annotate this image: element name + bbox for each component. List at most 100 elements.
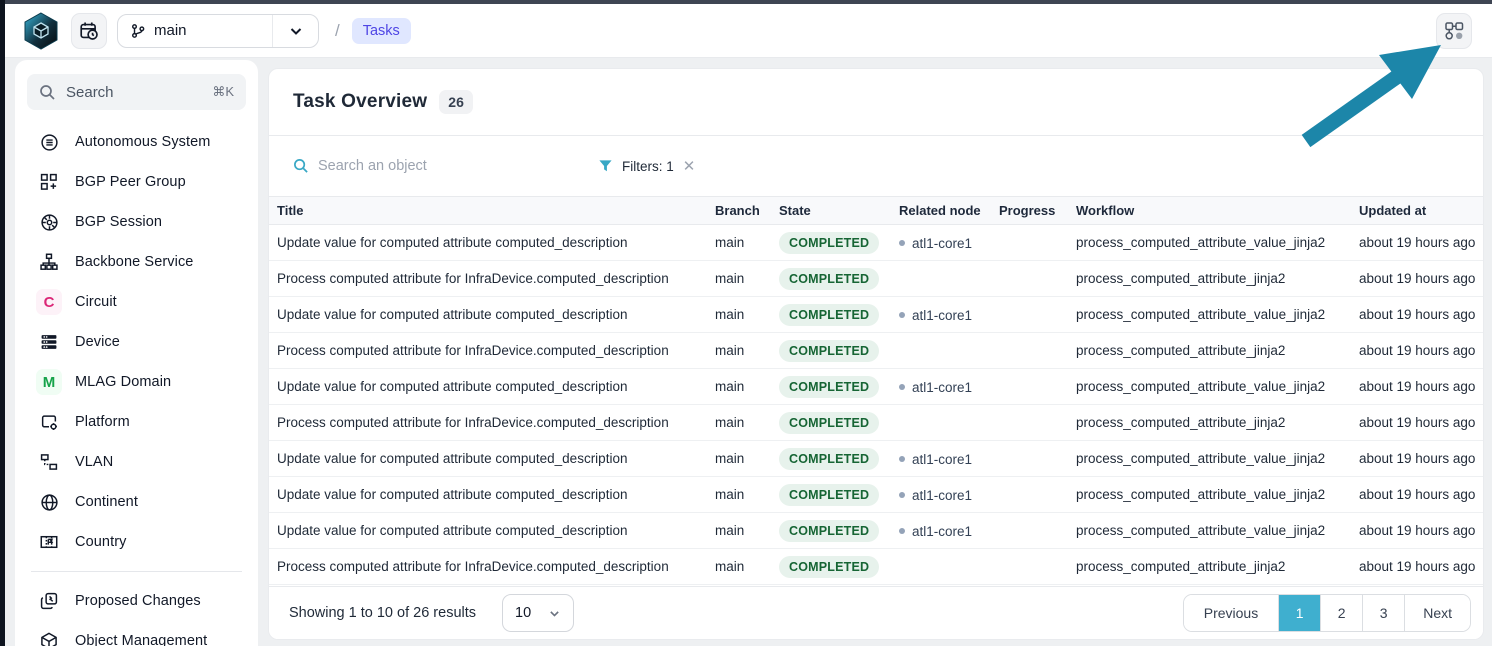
table-row[interactable]: Update value for computed attribute comp… (269, 369, 1483, 405)
page-size-select[interactable]: 10 (502, 594, 574, 632)
related-node-label: atl1-core1 (912, 452, 972, 467)
infrahub-logo[interactable] (23, 12, 59, 50)
sidebar-item-proposed-changes[interactable]: Proposed Changes (27, 581, 246, 621)
sidebar-item-autonomous-system[interactable]: Autonomous System (27, 122, 246, 162)
table-row[interactable]: Update value for computed attribute comp… (269, 297, 1483, 333)
filters-group[interactable]: Filters: 1 ✕ (598, 159, 695, 174)
task-title-cell: Update value for computed attribute comp… (269, 379, 707, 394)
table-row[interactable]: Update value for computed attribute comp… (269, 477, 1483, 513)
sidebar-search[interactable]: Search ⌘K (27, 74, 246, 110)
sidebar-item-label: Country (75, 534, 126, 550)
sidebar-item-label: MLAG Domain (75, 374, 171, 390)
task-workflow-cell: process_computed_attribute_jinja2 (1068, 343, 1351, 358)
task-state-cell: COMPLETED (771, 412, 891, 434)
table-row[interactable]: Process computed attribute for InfraDevi… (269, 333, 1483, 369)
task-table: Title Branch State Related node Progress… (269, 196, 1483, 586)
column-header-title: Title (269, 203, 707, 218)
table-row[interactable]: Update value for computed attribute comp… (269, 225, 1483, 261)
related-node-label: atl1-core1 (912, 524, 972, 539)
previous-page-button[interactable]: Previous (1184, 595, 1278, 631)
task-branch-cell: main (707, 559, 771, 574)
task-updated-at-cell: about 19 hours ago (1351, 307, 1483, 322)
node-dot-icon (899, 384, 905, 390)
platform-icon (36, 409, 62, 435)
node-dot-icon (899, 528, 905, 534)
task-overview-card: Task Overview 26 Filters: 1 ✕ Title Bran… (268, 68, 1484, 640)
schema-visualizer-button[interactable] (1436, 13, 1472, 49)
node-dot-icon (899, 312, 905, 318)
next-page-button[interactable]: Next (1404, 595, 1470, 631)
sidebar-item-label: BGP Peer Group (75, 174, 186, 190)
branch-selector-chevron[interactable] (272, 15, 318, 47)
task-related-node-cell (891, 343, 991, 358)
sidebar-item-bgp-peer-group[interactable]: BGP Peer Group (27, 162, 246, 202)
task-branch-cell: main (707, 451, 771, 466)
status-badge: COMPLETED (779, 268, 879, 290)
clear-filters-x-icon[interactable]: ✕ (683, 159, 696, 174)
time-travel-button[interactable] (71, 13, 107, 49)
branch-selector[interactable]: main (117, 14, 319, 48)
task-branch-cell: main (707, 343, 771, 358)
sidebar-item-label: Backbone Service (75, 254, 193, 270)
search-icon (293, 158, 309, 174)
git-branch-icon (130, 23, 146, 39)
status-badge: COMPLETED (779, 520, 879, 542)
status-badge: COMPLETED (779, 304, 879, 326)
table-row[interactable]: Process computed attribute for InfraDevi… (269, 261, 1483, 297)
task-related-node-cell: atl1-core1 (891, 306, 991, 323)
circuit-letter-badge: C (36, 289, 62, 315)
sidebar-item-device[interactable]: Device (27, 322, 246, 362)
task-title-cell: Update value for computed attribute comp… (269, 487, 707, 502)
sidebar-search-shortcut: ⌘K (212, 84, 234, 100)
sidebar-item-circuit[interactable]: C Circuit (27, 282, 246, 322)
task-state-cell: COMPLETED (771, 376, 891, 398)
sidebar-item-continent[interactable]: Continent (27, 482, 246, 522)
page-button-3[interactable]: 3 (1362, 595, 1404, 631)
sidebar-item-mlag-domain[interactable]: M MLAG Domain (27, 362, 246, 402)
funnel-icon (598, 159, 613, 174)
breadcrumb-current-tasks[interactable]: Tasks (352, 18, 411, 44)
table-row[interactable]: Update value for computed attribute comp… (269, 441, 1483, 477)
table-footer: Showing 1 to 10 of 26 results 10 Previou… (269, 586, 1483, 639)
table-row[interactable]: Process computed attribute for InfraDevi… (269, 549, 1483, 585)
column-header-state: State (771, 203, 891, 218)
results-summary: Showing 1 to 10 of 26 results (289, 605, 476, 621)
task-state-cell: COMPLETED (771, 268, 891, 290)
task-related-node-cell: atl1-core1 (891, 378, 991, 395)
sidebar-divider (31, 571, 242, 572)
pagination: Previous 1 2 3 Next (1183, 594, 1471, 632)
table-row[interactable]: Process computed attribute for InfraDevi… (269, 405, 1483, 441)
sidebar-item-platform[interactable]: Platform (27, 402, 246, 442)
task-state-cell: COMPLETED (771, 304, 891, 326)
task-related-node-cell (891, 271, 991, 286)
object-search-input[interactable] (318, 158, 488, 174)
task-updated-at-cell: about 19 hours ago (1351, 487, 1483, 502)
task-updated-at-cell: about 19 hours ago (1351, 559, 1483, 574)
filter-bar: Filters: 1 ✕ (269, 136, 1483, 196)
task-state-cell: COMPLETED (771, 448, 891, 470)
sidebar-item-country[interactable]: Country (27, 522, 246, 562)
table-row[interactable]: Update value for computed attribute comp… (269, 513, 1483, 549)
status-badge: COMPLETED (779, 232, 879, 254)
page-button-1[interactable]: 1 (1278, 595, 1320, 631)
task-title-cell: Process computed attribute for InfraDevi… (269, 271, 707, 286)
node-dot-icon (899, 492, 905, 498)
task-branch-cell: main (707, 235, 771, 250)
task-workflow-cell: process_computed_attribute_value_jinja2 (1068, 451, 1351, 466)
task-branch-cell: main (707, 307, 771, 322)
task-title-cell: Update value for computed attribute comp… (269, 523, 707, 538)
task-branch-cell: main (707, 415, 771, 430)
sidebar-item-backbone-service[interactable]: Backbone Service (27, 242, 246, 282)
sidebar-item-vlan[interactable]: VLAN (27, 442, 246, 482)
page-button-2[interactable]: 2 (1320, 595, 1362, 631)
status-badge: COMPLETED (779, 412, 879, 434)
object-search[interactable] (293, 158, 508, 174)
sidebar-item-object-management[interactable]: Object Management (27, 621, 246, 646)
task-state-cell: COMPLETED (771, 232, 891, 254)
status-badge: COMPLETED (779, 484, 879, 506)
task-updated-at-cell: about 19 hours ago (1351, 523, 1483, 538)
proposed-changes-icon (36, 588, 62, 614)
sidebar-item-bgp-session[interactable]: BGP Session (27, 202, 246, 242)
window-left-edge (0, 0, 5, 646)
sidebar-item-label: Platform (75, 414, 130, 430)
